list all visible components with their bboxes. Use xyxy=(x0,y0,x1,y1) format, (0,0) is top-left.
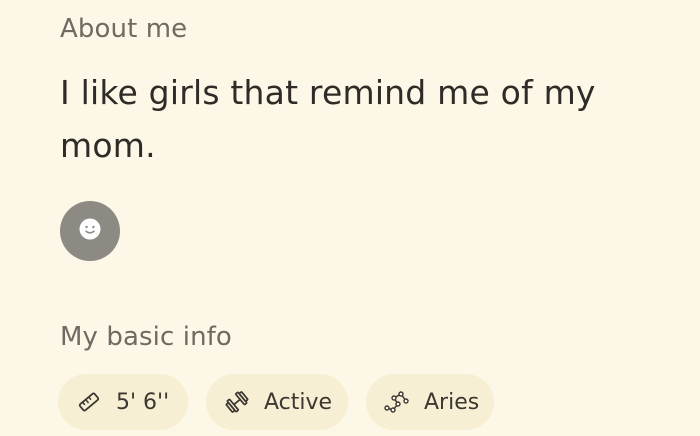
ruler-icon xyxy=(76,389,102,415)
about-me-heading: About me xyxy=(60,14,188,44)
smiley-face-icon xyxy=(78,217,102,245)
chip-activity[interactable]: Active xyxy=(206,374,348,430)
chip-height[interactable]: 5' 6'' xyxy=(58,374,188,430)
chip-activity-label: Active xyxy=(264,389,333,415)
dumbbell-icon xyxy=(224,389,250,415)
chip-zodiac[interactable]: Aries xyxy=(366,374,494,430)
aries-constellation-icon xyxy=(384,389,410,415)
about-me-text: I like girls that remind me of my mom. xyxy=(60,73,596,165)
chip-height-label: 5' 6'' xyxy=(116,389,170,415)
profile-card: About me I like girls that remind me of … xyxy=(0,0,700,436)
basic-info-heading: My basic info xyxy=(60,322,232,352)
emoji-reaction-button[interactable] xyxy=(60,201,120,261)
chip-zodiac-label: Aries xyxy=(424,389,480,415)
